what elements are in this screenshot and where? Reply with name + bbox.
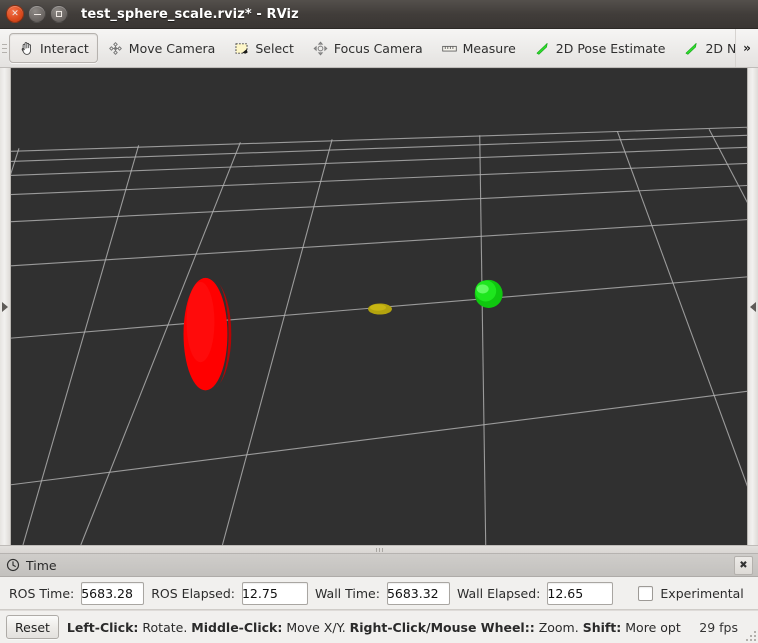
ros-time-label: ROS Time: bbox=[9, 585, 75, 601]
wall-elapsed-field[interactable]: 12.65 bbox=[547, 581, 614, 605]
close-icon: ✕ bbox=[11, 8, 19, 19]
ros-elapsed-label: ROS Elapsed: bbox=[151, 585, 235, 601]
viewport-scene bbox=[11, 69, 747, 545]
time-panel-title-label: Time bbox=[26, 557, 57, 573]
ros-time-value: 5683.28 bbox=[81, 585, 133, 601]
hint-text-middle-click: Move X/Y. bbox=[282, 619, 350, 635]
toolbar-button-select[interactable]: Select bbox=[224, 33, 303, 63]
right-panel-expand-handle[interactable] bbox=[747, 68, 758, 545]
red-ellipsoid bbox=[183, 277, 232, 391]
render-panel[interactable] bbox=[11, 68, 747, 545]
panel-splitter[interactable] bbox=[0, 545, 758, 553]
3d-viewport[interactable] bbox=[11, 69, 747, 545]
experimental-label: Experimental bbox=[660, 585, 744, 601]
hint-key-right-click: Right-Click/Mouse Wheel:: bbox=[349, 619, 535, 635]
green-arrow-icon bbox=[683, 40, 700, 57]
green-sphere bbox=[474, 279, 503, 309]
ros-elapsed-value: 12.75 bbox=[241, 585, 278, 601]
toolbar-button-move-camera[interactable]: Move Camera bbox=[98, 33, 225, 63]
toolbar-button-measure[interactable]: Measure bbox=[432, 33, 525, 63]
hand-cursor-icon bbox=[18, 40, 35, 57]
status-bar: Reset Left-Click: Rotate. Middle-Click: … bbox=[0, 610, 758, 643]
wall-time-value: 5683.32 bbox=[386, 585, 439, 601]
resize-grip[interactable] bbox=[745, 630, 756, 641]
time-panel-body: ROS Time: 5683.28 ROS Elapsed: 12.75 Wal… bbox=[0, 577, 758, 610]
rviz-window: ✕ test_sphere_scale.rviz* - RViz Interac… bbox=[0, 0, 758, 643]
window-minimize-button[interactable] bbox=[28, 5, 46, 23]
experimental-checkbox[interactable] bbox=[638, 585, 654, 601]
move-camera-icon bbox=[107, 40, 124, 57]
hint-key-shift: Shift: bbox=[582, 619, 622, 635]
mouse-hint-text: Left-Click: Rotate. Middle-Click: Move X… bbox=[67, 620, 691, 635]
hint-text-right-click: Zoom. bbox=[534, 619, 583, 635]
hint-text-shift: More opt bbox=[621, 619, 681, 635]
clock-icon bbox=[6, 558, 20, 572]
maximize-icon bbox=[51, 6, 67, 22]
window-close-button[interactable]: ✕ bbox=[6, 5, 24, 23]
green-arrow-icon bbox=[534, 40, 551, 57]
toolbar-button-focus-camera[interactable]: Focus Camera bbox=[303, 33, 432, 63]
window-controls: ✕ bbox=[0, 5, 68, 23]
expand-left-triangle-icon bbox=[750, 301, 756, 312]
toolbar-button-move-camera-label: Move Camera bbox=[128, 40, 216, 56]
wall-time-field[interactable]: 5683.32 bbox=[386, 581, 450, 605]
experimental-checkbox-row[interactable]: Experimental bbox=[638, 585, 744, 601]
hint-key-left-click: Left-Click: bbox=[66, 619, 139, 635]
left-panel-expand-handle[interactable] bbox=[0, 68, 11, 545]
time-panel-header: Time ✖ bbox=[0, 553, 758, 577]
expand-right-triangle-icon bbox=[2, 301, 8, 312]
hint-key-middle-click: Middle-Click: bbox=[191, 619, 283, 635]
ros-elapsed-field[interactable]: 12.75 bbox=[241, 581, 308, 605]
select-rectangle-icon bbox=[233, 40, 250, 57]
window-title: test_sphere_scale.rviz* - RViz bbox=[81, 6, 299, 22]
toolbar-button-focus-camera-label: Focus Camera bbox=[333, 40, 423, 56]
wall-elapsed-value: 12.65 bbox=[547, 585, 584, 601]
wall-elapsed-label: Wall Elapsed: bbox=[456, 585, 541, 601]
minimize-icon bbox=[29, 6, 45, 22]
time-panel-close-button[interactable]: ✖ bbox=[734, 556, 753, 575]
toolbar-button-2d-pose-estimate[interactable]: 2D Pose Estimate bbox=[525, 33, 675, 63]
toolbar-button-interact-label: Interact bbox=[40, 40, 89, 56]
title-bar: ✕ test_sphere_scale.rviz* - RViz bbox=[0, 0, 758, 29]
toolbar-button-measure-label: Measure bbox=[462, 40, 516, 56]
ruler-icon bbox=[441, 40, 458, 57]
wall-time-label: Wall Time: bbox=[314, 585, 380, 601]
window-maximize-button[interactable] bbox=[50, 5, 68, 23]
toolbar-button-interact[interactable]: Interact bbox=[9, 33, 98, 63]
toolbar-overflow-button[interactable]: » bbox=[735, 29, 758, 67]
focus-camera-icon bbox=[312, 40, 329, 57]
toolbar-button-select-label: Select bbox=[255, 40, 294, 56]
yellow-ellipsoid bbox=[368, 303, 392, 315]
toolbar-button-2d-pose-estimate-label: 2D Pose Estimate bbox=[555, 40, 666, 56]
toolbar-drag-handle[interactable] bbox=[0, 29, 9, 67]
ros-time-field[interactable]: 5683.28 bbox=[81, 581, 145, 605]
hint-text-left-click: Rotate. bbox=[138, 619, 192, 635]
center-row bbox=[0, 68, 758, 545]
main-toolbar: Interact Move Camera Select Focus Camera… bbox=[0, 29, 758, 68]
reset-button[interactable]: Reset bbox=[6, 615, 59, 639]
